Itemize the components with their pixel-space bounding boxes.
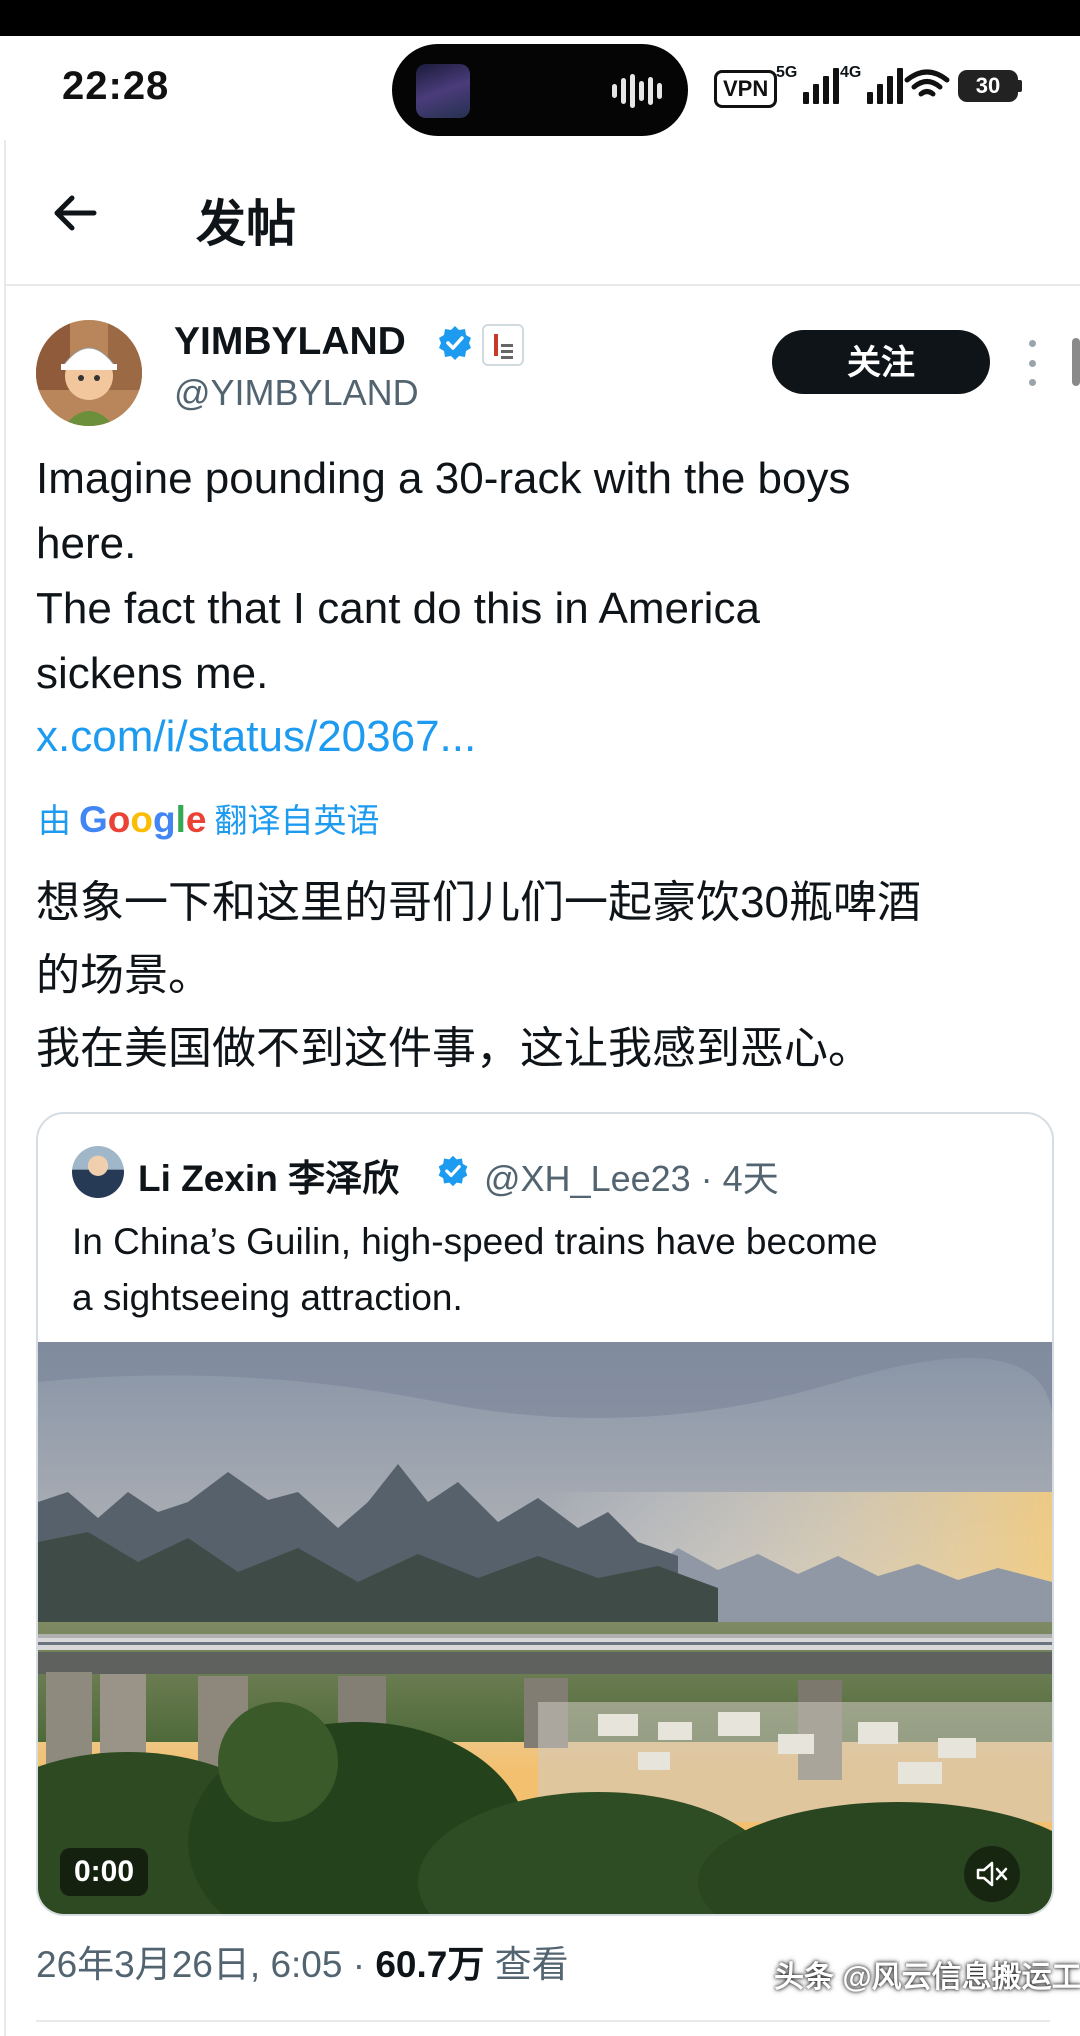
verified-badge-icon: [436, 324, 474, 362]
back-arrow-icon[interactable]: [50, 188, 100, 238]
battery-icon: 30: [958, 70, 1018, 102]
scrollbar-thumb[interactable]: [1072, 338, 1080, 386]
translate-prefix: 由: [38, 802, 71, 839]
signal-5g-icon: 5G: [776, 64, 840, 104]
quoted-tweet-text: In China’s Guilin, high-speed trains hav…: [72, 1214, 1032, 1326]
battery-tip: [1018, 80, 1022, 92]
quoted-author-handle-time[interactable]: @XH_Lee23 · 4天: [484, 1150, 779, 1202]
translated-text: 想象一下和这里的哥们儿们一起豪饮30瓶啤酒 的场景。 我在美国做不到这件事，这让…: [36, 866, 1046, 1085]
translate-suffix: 翻译自英语: [214, 802, 380, 839]
translation-attribution[interactable]: 由 Google 翻译自英语: [38, 794, 379, 842]
vpn-indicator: VPN: [714, 70, 778, 108]
tweet-meta: 26年3月26日, 6:05 · 60.7万 查看: [36, 1934, 569, 1988]
views-label: 查看: [484, 1944, 569, 1985]
wifi-icon: [904, 68, 950, 107]
video-player[interactable]: 0:00: [38, 1342, 1052, 1914]
video-frame-guilin-train: [38, 1342, 1052, 1914]
status-time: 22:28: [62, 64, 170, 108]
bottom-divider: [36, 2020, 1050, 2022]
top-screen-strip: [0, 0, 1080, 36]
tweet-text-line: sickens me.: [36, 649, 269, 698]
quoted-text-line: In China’s Guilin, high-speed trains hav…: [72, 1221, 878, 1262]
quoted-tweet-card[interactable]: Li Zexin 李泽欣 @XH_Lee23 · 4天 In China’s G…: [36, 1112, 1054, 1916]
tweet-link[interactable]: x.com/i/status/20367...: [36, 712, 476, 762]
volume-mute-icon[interactable]: [964, 1846, 1020, 1902]
quoted-author-avatar[interactable]: [72, 1146, 124, 1198]
left-divider: [4, 36, 6, 2036]
tweet-text-line: here.: [36, 519, 137, 568]
tweet-text-line: Imagine pounding a 30-rack with the boys: [36, 454, 851, 503]
network-5g-label: 5G: [776, 64, 798, 81]
source-watermark: 头条 @风云信息搬运工: [774, 1961, 1080, 1994]
more-vertical-icon[interactable]: [1020, 340, 1044, 386]
tweet-date: 26年3月26日, 6:05 ·: [36, 1944, 376, 1985]
author-handle[interactable]: @YIMBYLAND: [174, 372, 419, 414]
author-avatar[interactable]: [36, 320, 142, 426]
quoted-text-line: a sightseeing attraction.: [72, 1277, 463, 1318]
translated-line: 想象一下和这里的哥们儿们一起豪饮30瓶啤酒: [36, 878, 921, 927]
audio-wave-icon: [612, 74, 664, 108]
tweet-text: Imagine pounding a 30-rack with the boys…: [36, 446, 1036, 706]
header-divider: [6, 284, 1080, 286]
now-playing-thumbnail[interactable]: [416, 64, 470, 118]
translated-line: 的场景。: [36, 951, 212, 1000]
google-logo: Google: [79, 799, 207, 840]
follow-button[interactable]: 关注: [772, 330, 990, 394]
view-count: 60.7万: [375, 1944, 485, 1985]
translated-line: 我在美国做不到这件事，这让我感到恶心。: [36, 1024, 872, 1073]
author-name[interactable]: YIMBYLAND: [174, 320, 406, 364]
verified-badge-icon: [436, 1154, 470, 1188]
video-duration-badge: 0:00: [60, 1848, 149, 1896]
signal-4g-icon: 4G: [840, 64, 904, 104]
network-4g-label: 4G: [840, 64, 862, 81]
affiliation-badge-icon[interactable]: [482, 324, 524, 366]
page-title: 发帖: [196, 196, 296, 252]
tweet-text-line: The fact that I cant do this in America: [36, 584, 760, 633]
quoted-author-name[interactable]: Li Zexin 李泽欣: [138, 1148, 399, 1202]
